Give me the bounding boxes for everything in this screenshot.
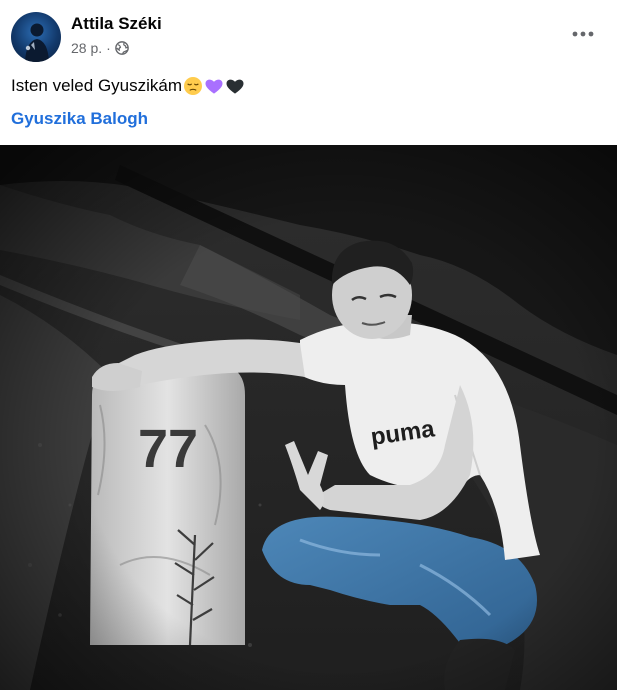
author-name[interactable]: Attila Széki (71, 14, 162, 34)
avatar-person-icon (25, 23, 49, 62)
purple-heart-icon (205, 79, 223, 94)
globe-icon[interactable] (114, 41, 129, 55)
more-options-button[interactable] (571, 24, 595, 44)
post-message-text: Isten veled Gyuszikám (11, 76, 183, 95)
post-message: Isten veled Gyuszikám (11, 76, 245, 96)
ellipsis-icon (572, 31, 594, 37)
pensive-face-icon (184, 77, 203, 95)
black-heart-icon (226, 79, 244, 94)
post-timestamp[interactable]: 28 p. (71, 40, 102, 56)
photo-scene: 77 puma (0, 145, 617, 690)
author-avatar[interactable] (11, 12, 61, 62)
meta-separator: · (106, 40, 111, 56)
post-header: Attila Széki 28 p. · (0, 0, 617, 70)
tagged-person-link[interactable]: Gyuszika Balogh (11, 109, 148, 129)
post-meta: 28 p. · (71, 40, 129, 56)
post-photo[interactable]: 77 puma (0, 145, 617, 690)
